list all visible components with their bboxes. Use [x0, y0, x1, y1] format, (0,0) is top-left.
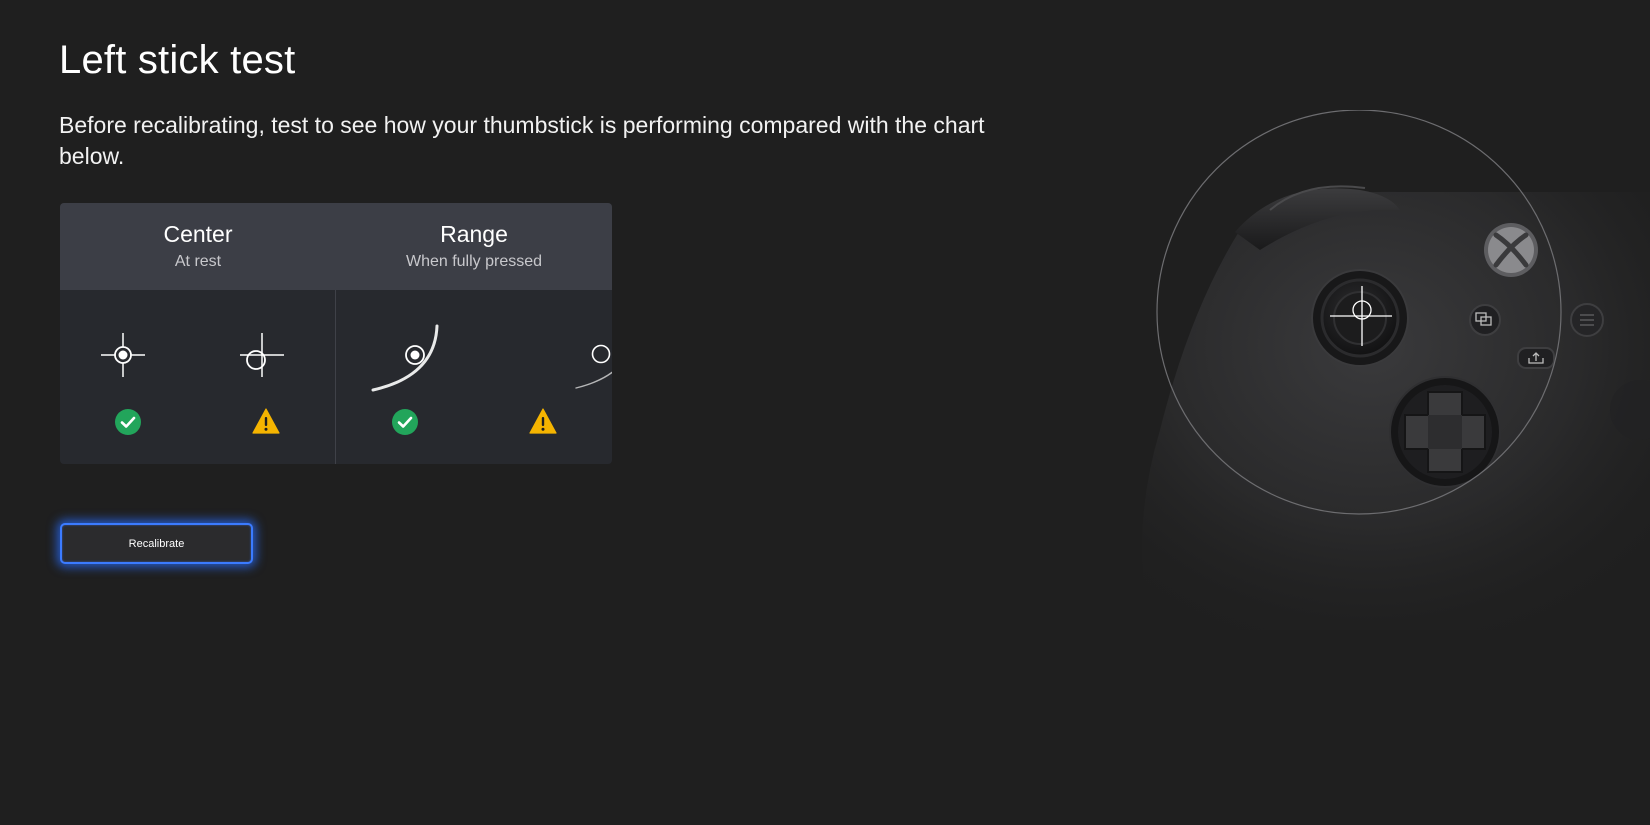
xbox-controller-illustration — [1142, 110, 1650, 630]
center-off-diagram — [240, 333, 284, 377]
check-icon — [392, 409, 418, 435]
center-title: Center — [163, 221, 233, 247]
thumbstick-chart: Center At rest Range When fully pressed — [60, 203, 612, 464]
range-column-header: Range When fully pressed — [336, 219, 612, 273]
range-subtitle: When fully pressed — [405, 253, 543, 270]
menu-button-icon — [1570, 303, 1604, 337]
chart-header: Center At rest Range When fully pressed — [60, 203, 612, 290]
share-button-icon — [1517, 347, 1555, 369]
range-ok-diagram — [371, 324, 439, 392]
center-subtitle: At rest — [174, 253, 222, 270]
range-title: Range — [440, 221, 508, 247]
chart-body — [60, 290, 612, 464]
warning-icon — [529, 408, 557, 434]
warning-icon — [252, 408, 280, 434]
check-icon — [115, 409, 141, 435]
recalibrate-button[interactable]: Recalibrate — [60, 523, 253, 564]
page-title: Left stick test — [59, 38, 296, 82]
xbox-button-icon — [1484, 223, 1538, 277]
center-ok-diagram — [101, 333, 145, 377]
center-column-header: Center At rest — [60, 219, 336, 273]
left-stick-test-page: Left stick test Before recalibrating, te… — [0, 0, 1650, 825]
column-divider — [335, 290, 336, 464]
view-button-icon — [1469, 304, 1501, 336]
range-off-diagram — [575, 344, 612, 389]
left-thumbstick — [1311, 269, 1409, 367]
page-description: Before recalibrating, test to see how yo… — [59, 112, 985, 169]
